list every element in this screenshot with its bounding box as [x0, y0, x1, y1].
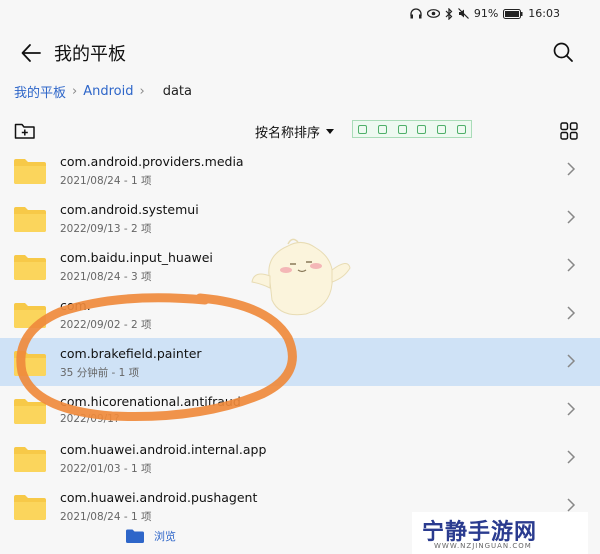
file-meta: 2022/01/03 - 1 项 — [60, 463, 152, 475]
add-folder-icon — [14, 123, 35, 139]
file-meta: 2022/09/02 - 2 项 — [60, 319, 152, 331]
back-arrow-icon — [21, 44, 41, 62]
mute-icon — [457, 8, 469, 19]
back-button[interactable] — [20, 42, 42, 64]
battery-percent: 91% — [473, 7, 499, 20]
browse-tab[interactable]: 浏览 — [126, 528, 176, 544]
folder-icon — [14, 351, 46, 376]
caret-down-icon — [326, 128, 335, 134]
file-name: com.baidu.input_huawei — [60, 250, 213, 265]
watermark-url: WWW.NZJINGUAN.COM — [434, 542, 532, 550]
eye-icon — [426, 9, 440, 18]
tool-icon[interactable] — [358, 124, 368, 134]
tool-icon[interactable] — [436, 124, 446, 134]
toolbar: 按名称排序 — [0, 118, 600, 144]
folder-filled-icon — [126, 529, 144, 543]
file-list: com.android.providers.media 2021/08/24 -… — [0, 146, 600, 530]
headphones-icon — [410, 8, 422, 19]
breadcrumb-item-current: data — [162, 84, 192, 99]
chevron-right-icon — [567, 258, 576, 272]
search-icon — [553, 42, 573, 62]
breadcrumb-item-root[interactable]: 我的平板 — [14, 82, 66, 101]
folder-icon — [14, 399, 46, 424]
folder-icon — [14, 447, 46, 472]
file-name: com. — [60, 298, 91, 313]
file-row[interactable]: com.huawei.android.internal.app 2022/01/… — [0, 434, 600, 482]
breadcrumb-item-android[interactable]: Android — [83, 84, 133, 99]
tool-icon[interactable] — [456, 124, 466, 134]
chevron-right-icon — [567, 498, 576, 512]
file-meta: 2021/08/24 - 1 项 — [60, 175, 152, 187]
file-meta: 2022/09/1? — [60, 413, 120, 425]
file-name: com.brakefield.painter — [60, 346, 202, 361]
breadcrumb: 我的平板 › Android › data — [14, 82, 192, 101]
file-name: com.huawei.android.pushagent — [60, 490, 258, 505]
folder-icon — [14, 495, 46, 520]
tool-icon[interactable] — [417, 124, 427, 134]
search-button[interactable] — [552, 41, 574, 63]
folder-icon — [14, 303, 46, 328]
browse-label: 浏览 — [154, 530, 176, 543]
mascot-sticker-icon — [251, 238, 351, 316]
folder-icon — [14, 207, 46, 232]
grid-icon — [560, 122, 578, 140]
page-title: 我的平板 — [54, 44, 126, 65]
chevron-right-icon — [567, 402, 576, 416]
sort-label: 按名称排序 — [255, 126, 321, 141]
chevron-right-icon: › — [72, 84, 78, 99]
clock: 16:03 — [528, 7, 560, 20]
file-meta: 2021/08/24 - 3 项 — [60, 271, 152, 283]
file-name: com.huawei.android.internal.app — [60, 442, 267, 457]
battery-icon — [503, 8, 523, 19]
file-meta: 2022/09/13 - 2 项 — [60, 223, 152, 235]
chevron-right-icon — [567, 210, 576, 224]
file-name: com.android.systemui — [60, 202, 199, 217]
chevron-right-icon — [567, 450, 576, 464]
folder-icon — [14, 255, 46, 280]
file-meta: 35 分钟前 - 1 项 — [60, 367, 140, 379]
file-row[interactable]: com.android.systemui 2022/09/13 - 2 项 — [0, 194, 600, 242]
file-row[interactable]: com.hicorenational.antifraud 2022/09/1? — [0, 386, 600, 434]
file-name: com.android.providers.media — [60, 154, 244, 169]
file-row-selected[interactable]: com.brakefield.painter 35 分钟前 - 1 项 — [0, 338, 600, 386]
grid-view-button[interactable] — [560, 122, 578, 140]
folder-icon — [14, 159, 46, 184]
status-bar: 91% 16:03 — [0, 0, 600, 28]
tool-icon[interactable] — [397, 124, 407, 134]
chevron-right-icon — [567, 162, 576, 176]
floating-mini-toolbar[interactable] — [352, 120, 472, 138]
tool-icon[interactable] — [377, 124, 387, 134]
chevron-right-icon: › — [139, 84, 145, 99]
file-row[interactable]: com.android.providers.media 2021/08/24 -… — [0, 146, 600, 194]
file-name: com.hicorenational.antifraud — [60, 394, 241, 409]
chevron-right-icon — [567, 306, 576, 320]
new-folder-button[interactable] — [14, 121, 36, 141]
sort-dropdown[interactable]: 按名称排序 — [255, 122, 335, 141]
title-bar: 我的平板 — [0, 36, 600, 70]
status-icons: 91% 16:03 — [410, 7, 560, 20]
bluetooth-icon — [445, 7, 453, 20]
site-watermark: 宁静手游网 WWW.NZJINGUAN.COM — [412, 512, 588, 554]
chevron-right-icon — [567, 354, 576, 368]
